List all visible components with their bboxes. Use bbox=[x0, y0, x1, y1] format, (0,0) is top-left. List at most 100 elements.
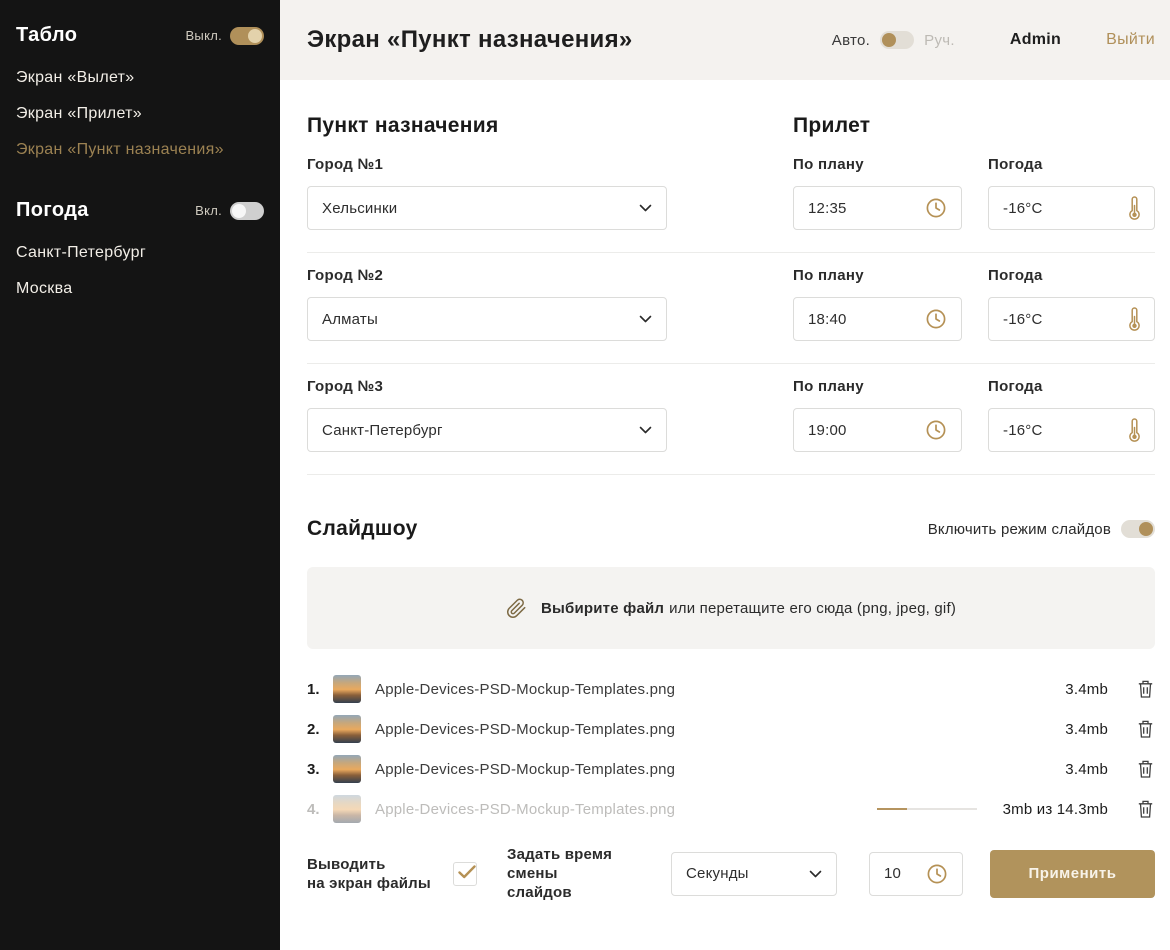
interval-value-input[interactable]: 10 bbox=[869, 852, 963, 896]
plan-label: По плану bbox=[793, 378, 962, 395]
file-number: 4. bbox=[307, 801, 333, 818]
plan-time-input-2[interactable]: 18:40 bbox=[793, 297, 962, 341]
plan-time-input-3[interactable]: 19:00 bbox=[793, 408, 962, 452]
city-select-3[interactable]: Санкт-Петербург bbox=[307, 408, 667, 452]
weather-label: Погода bbox=[988, 156, 1155, 173]
sidebar-item-departure-screen[interactable]: Экран «Вылет» bbox=[16, 69, 264, 87]
sidebar-item-saint-petersburg[interactable]: Санкт-Петербург bbox=[16, 244, 264, 262]
weather-temp-input-2[interactable]: -16°C bbox=[988, 297, 1155, 341]
clock-icon bbox=[926, 863, 948, 885]
upload-progress-bar bbox=[877, 808, 977, 810]
city-select-value: Санкт-Петербург bbox=[322, 422, 443, 439]
apply-button[interactable]: Применить bbox=[990, 850, 1155, 898]
toggle-knob bbox=[232, 204, 246, 218]
paperclip-icon bbox=[506, 598, 527, 619]
plan-time-input-1[interactable]: 12:35 bbox=[793, 186, 962, 230]
plan-time-value: 19:00 bbox=[808, 422, 847, 439]
slideshow-footer: Выводить на экран файлы Задать время сме… bbox=[307, 845, 1155, 902]
upload-choose-file-label: Выбирите файл bbox=[541, 600, 664, 617]
file-size: 3.4mb bbox=[1065, 681, 1108, 698]
city-select-2[interactable]: Алматы bbox=[307, 297, 667, 341]
weather-temp-value: -16°C bbox=[1003, 200, 1043, 217]
city-label: Город №2 bbox=[307, 267, 667, 284]
app: Табло Выкл. Экран «Вылет» Экран «Прилет»… bbox=[0, 0, 1170, 950]
sidebar-item-moscow[interactable]: Москва bbox=[16, 280, 264, 298]
logout-button[interactable]: Выйти bbox=[1106, 31, 1155, 49]
city-select-value: Алматы bbox=[322, 311, 378, 328]
file-size: 3.4mb bbox=[1065, 761, 1108, 778]
file-thumbnail bbox=[333, 755, 361, 783]
trash-icon bbox=[1138, 800, 1153, 818]
file-row: 3. Apple-Devices-PSD-Mockup-Templates.pn… bbox=[307, 749, 1155, 789]
manual-mode-label: Руч. bbox=[924, 32, 955, 49]
sidebar-section-weather: Погода Вкл. Санкт-Петербург Москва bbox=[16, 199, 264, 298]
sidebar-item-destination-screen[interactable]: Экран «Пункт назначения» bbox=[16, 141, 264, 159]
delete-file-button[interactable] bbox=[1136, 718, 1155, 740]
sidebar-weather-title: Погода bbox=[16, 199, 89, 222]
weather-temp-input-1[interactable]: -16°C bbox=[988, 186, 1155, 230]
page-title: Экран «Пункт назначения» bbox=[307, 26, 633, 54]
destination-heading: Пункт назначения bbox=[307, 114, 667, 138]
weather-temp-value: -16°C bbox=[1003, 422, 1043, 439]
file-row-uploading: 4. Apple-Devices-PSD-Mockup-Templates.pn… bbox=[307, 789, 1155, 829]
sidebar-item-arrival-screen[interactable]: Экран «Прилет» bbox=[16, 105, 264, 123]
chevron-down-icon bbox=[639, 315, 652, 323]
top-header: Экран «Пункт назначения» Авто. Руч. Admi… bbox=[280, 0, 1170, 80]
upload-drag-label: или перетащите его сюда (png, jpeg, gif) bbox=[669, 600, 956, 617]
upload-instructions: Выбирите файл или перетащите его сюда (pn… bbox=[541, 600, 956, 617]
weather-toggle[interactable] bbox=[230, 202, 264, 220]
sidebar-board-title: Табло bbox=[16, 24, 77, 47]
file-name: Apple-Devices-PSD-Mockup-Templates.png bbox=[375, 681, 1065, 698]
clock-icon bbox=[925, 197, 947, 219]
file-thumbnail bbox=[333, 675, 361, 703]
chevron-down-icon bbox=[639, 204, 652, 212]
sidebar-section-board: Табло Выкл. Экран «Вылет» Экран «Прилет»… bbox=[16, 24, 264, 159]
file-number: 2. bbox=[307, 721, 333, 738]
mode-toggle[interactable] bbox=[880, 31, 914, 49]
user-name[interactable]: Admin bbox=[1010, 31, 1061, 49]
display-files-checkbox[interactable] bbox=[453, 862, 477, 886]
city-select-value: Хельсинки bbox=[322, 200, 397, 217]
arrival-heading: Прилет bbox=[793, 114, 1155, 138]
file-list: 1. Apple-Devices-PSD-Mockup-Templates.pn… bbox=[307, 669, 1155, 829]
plan-label: По плану bbox=[793, 156, 962, 173]
main-area: Экран «Пункт назначения» Авто. Руч. Admi… bbox=[280, 0, 1170, 950]
destination-row: Город №1 Хельсинки По плану 12:35 Погода bbox=[307, 142, 1155, 253]
city-label: Город №3 bbox=[307, 378, 667, 395]
slideshow-header: Слайдшоу Включить режим слайдов bbox=[307, 517, 1155, 541]
city-select-1[interactable]: Хельсинки bbox=[307, 186, 667, 230]
destination-row: Город №3 Санкт-Петербург По плану 19:00 … bbox=[307, 364, 1155, 475]
slideshow-mode-toggle[interactable] bbox=[1121, 520, 1155, 538]
cancel-upload-button[interactable] bbox=[1136, 798, 1155, 820]
destination-row: Город №2 Алматы По плану 18:40 Погода bbox=[307, 253, 1155, 364]
slideshow-heading: Слайдшоу bbox=[307, 517, 418, 541]
file-size: 3.4mb bbox=[1065, 721, 1108, 738]
interval-value: 10 bbox=[884, 865, 901, 882]
check-icon bbox=[458, 864, 476, 880]
toggle-knob bbox=[1139, 522, 1153, 536]
interval-unit-select[interactable]: Секунды bbox=[671, 852, 837, 896]
chevron-down-icon bbox=[639, 426, 652, 434]
upload-progress-fill bbox=[877, 808, 907, 810]
clock-icon bbox=[925, 419, 947, 441]
trash-icon bbox=[1138, 720, 1153, 738]
file-row: 1. Apple-Devices-PSD-Mockup-Templates.pn… bbox=[307, 669, 1155, 709]
file-name: Apple-Devices-PSD-Mockup-Templates.png bbox=[375, 721, 1065, 738]
sidebar: Табло Выкл. Экран «Вылет» Экран «Прилет»… bbox=[0, 0, 280, 950]
content: Пункт назначения Прилет Город №1 Хельсин… bbox=[280, 80, 1170, 902]
file-row: 2. Apple-Devices-PSD-Mockup-Templates.pn… bbox=[307, 709, 1155, 749]
file-number: 3. bbox=[307, 761, 333, 778]
plan-time-value: 12:35 bbox=[808, 200, 847, 217]
thermometer-icon bbox=[1129, 196, 1140, 221]
display-files-label: Выводить на экран файлы bbox=[307, 855, 447, 893]
trash-icon bbox=[1138, 760, 1153, 778]
delete-file-button[interactable] bbox=[1136, 678, 1155, 700]
board-toggle[interactable] bbox=[230, 27, 264, 45]
weather-label: Погода bbox=[988, 267, 1155, 284]
delete-file-button[interactable] bbox=[1136, 758, 1155, 780]
weather-temp-input-3[interactable]: -16°C bbox=[988, 408, 1155, 452]
file-upload-dropzone[interactable]: Выбирите файл или перетащите его сюда (pn… bbox=[307, 567, 1155, 649]
weather-temp-value: -16°C bbox=[1003, 311, 1043, 328]
thermometer-icon bbox=[1129, 418, 1140, 443]
toggle-knob bbox=[882, 33, 896, 47]
